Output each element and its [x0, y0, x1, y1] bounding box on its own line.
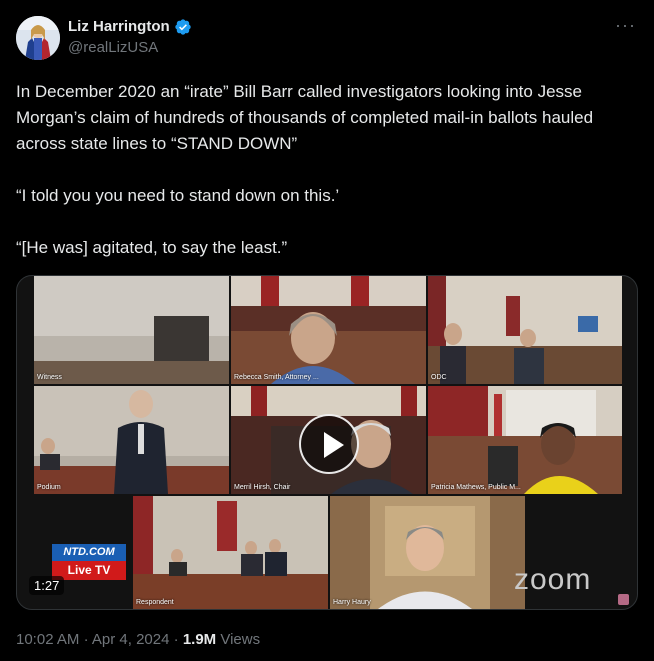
verified-badge-icon	[174, 19, 191, 35]
play-button[interactable]	[299, 414, 359, 474]
video-tile-harry-haury: Harry Haury	[330, 496, 525, 609]
video-corner-icon	[618, 594, 629, 605]
tile-label: ODC	[431, 374, 447, 381]
ntd-logo: NTD.COM Live TV	[52, 544, 126, 582]
meta-separator: ·	[173, 631, 179, 648]
tweet-meta: 10:02 AM · Apr 4, 2024 · 1.9M Views	[16, 630, 260, 650]
video-player[interactable]: Witness Rebecca Smith, Attorney ... ODC …	[16, 275, 638, 610]
more-options-icon[interactable]: ···	[615, 16, 636, 34]
tweet-header: Liz Harrington @realLizUSA ···	[16, 16, 638, 64]
zoom-watermark: zoom	[514, 563, 592, 596]
video-tile-podium: Podium	[34, 386, 229, 494]
tweet-paragraph: In December 2020 an “irate” Bill Barr ca…	[16, 82, 594, 153]
tweet-paragraph: “[He was] agitated, to say the least.”	[16, 238, 288, 257]
video-duration: 1:27	[29, 576, 65, 595]
tile-label: Merril Hirsh, Chair	[234, 484, 291, 491]
meta-separator: ·	[83, 631, 89, 648]
video-tile-witness: Witness	[34, 276, 229, 384]
author-name-text[interactable]: Liz Harrington	[68, 17, 170, 37]
author-handle[interactable]: @realLizUSA	[68, 38, 192, 58]
views-label: Views	[220, 631, 261, 648]
tile-label: Patricia Mathews, Public M...	[431, 484, 521, 491]
video-tile-patricia-mathews: Patricia Mathews, Public M...	[428, 386, 622, 494]
tile-label: Podium	[37, 484, 61, 491]
tweet-time[interactable]: 10:02 AM	[16, 631, 79, 648]
ntd-logo-top: NTD.COM	[52, 544, 126, 561]
tile-label: Rebecca Smith, Attorney ...	[234, 374, 319, 381]
author-name[interactable]: Liz Harrington	[68, 17, 192, 37]
video-tile-respondent: Respondent	[133, 496, 328, 609]
tweet-text: In December 2020 an “irate” Bill Barr ca…	[16, 79, 638, 261]
tile-label: Witness	[37, 374, 62, 381]
author-avatar[interactable]	[16, 16, 60, 60]
tile-label: Harry Haury	[333, 599, 371, 606]
video-tile-rebecca-smith: Rebecca Smith, Attorney ...	[231, 276, 426, 384]
play-icon	[324, 432, 344, 458]
tweet-date[interactable]: Apr 4, 2024	[92, 631, 170, 648]
tile-label: Respondent	[136, 599, 174, 606]
video-tile-odc: ODC	[428, 276, 622, 384]
views-count: 1.9M	[182, 631, 217, 648]
tweet-paragraph: “I told you you need to stand down on th…	[16, 186, 340, 205]
